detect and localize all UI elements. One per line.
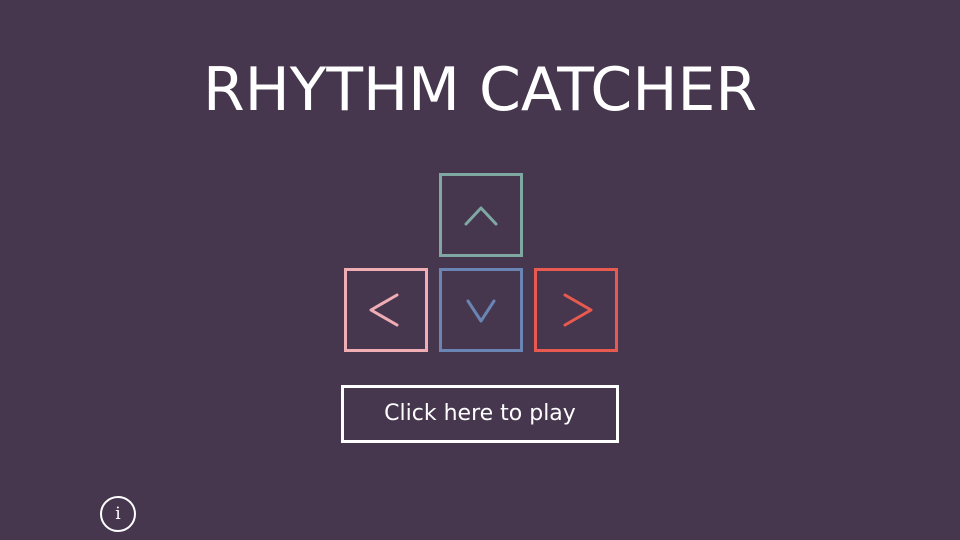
- game-title: RHYTHM CATCHER: [202, 55, 758, 125]
- right-arrow-key: [534, 268, 618, 352]
- chevron-left-icon: [369, 293, 399, 327]
- left-arrow-key: [344, 268, 428, 352]
- down-arrow-key: [439, 268, 523, 352]
- info-button[interactable]: i: [100, 496, 136, 532]
- up-arrow-key: [439, 173, 523, 257]
- chevron-right-icon: [563, 293, 593, 327]
- chevron-up-icon: [464, 206, 498, 226]
- play-button[interactable]: Click here to play: [341, 385, 619, 443]
- info-icon: i: [115, 504, 121, 524]
- chevron-down-icon: [466, 299, 496, 323]
